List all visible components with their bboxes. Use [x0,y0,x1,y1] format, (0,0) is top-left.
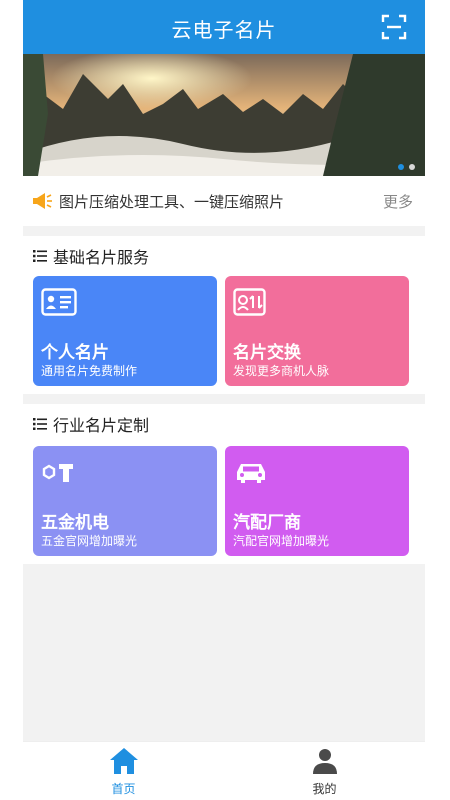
tab-mine[interactable]: 我的 [224,742,425,800]
card-title: 汽配厂商 [233,513,301,533]
scan-icon[interactable] [381,14,407,40]
auto-parts-card-button[interactable]: 汽配厂商 汽配官网增加曝光 [225,446,409,556]
carousel-dot[interactable] [409,164,415,170]
id-card-icon [41,288,77,316]
list-icon [33,418,47,430]
personal-card-button[interactable]: 个人名片 通用名片免费制作 [33,276,217,386]
page-title: 云电子名片 [171,18,277,42]
section-title-label: 行业名片定制 [53,416,150,435]
list-icon [33,250,47,262]
card-title: 个人名片 [41,343,109,363]
notice-bar[interactable]: 图片压缩处理工具、一键压缩照片 更多 [23,176,425,226]
basic-card-section: 基础名片服务 个人名片 通用名片免费制作 名片交换 发现更多商机人脉 [23,236,425,394]
carousel-dot-active[interactable] [398,164,404,170]
user-icon [313,749,337,774]
exchange-card-button[interactable]: 名片交换 发现更多商机人脉 [225,276,409,386]
hardware-icon [42,464,73,482]
card-subtitle: 通用名片免费制作 [41,364,138,378]
banner-carousel[interactable] [23,54,425,176]
section-title: 基础名片服务 [33,244,149,268]
exchange-card-icon [233,288,266,316]
section-title-label: 基础名片服务 [53,248,150,267]
tab-label: 我的 [312,782,337,796]
banner-image [23,54,425,176]
carousel-indicator [398,164,415,170]
card-subtitle: 发现更多商机人脉 [233,364,330,378]
card-title: 五金机电 [41,513,109,533]
industry-card-section: 行业名片定制 五金机电 五金官网增加曝光 汽配厂商 汽配官网增加曝光 [23,404,425,564]
bottom-tab-bar: 首页 我的 [23,741,425,800]
megaphone-icon [33,193,52,209]
car-icon [237,464,265,483]
card-subtitle: 汽配官网增加曝光 [233,534,330,548]
section-title: 行业名片定制 [33,412,149,436]
header-bar: 云电子名片 [23,0,425,54]
app-screen: 云电子名片 图片压缩处理工具、一键压缩照片 更多 基础名片服务 个人名片 通用名… [23,0,425,800]
home-icon [110,748,138,774]
notice-more-link[interactable]: 更多 [383,191,413,212]
hardware-card-button[interactable]: 五金机电 五金官网增加曝光 [33,446,217,556]
notice-text[interactable]: 图片压缩处理工具、一键压缩照片 [59,191,284,212]
card-subtitle: 五金官网增加曝光 [41,534,138,548]
tab-label: 首页 [111,782,136,796]
card-title: 名片交换 [233,343,301,363]
tab-home[interactable]: 首页 [23,742,224,800]
